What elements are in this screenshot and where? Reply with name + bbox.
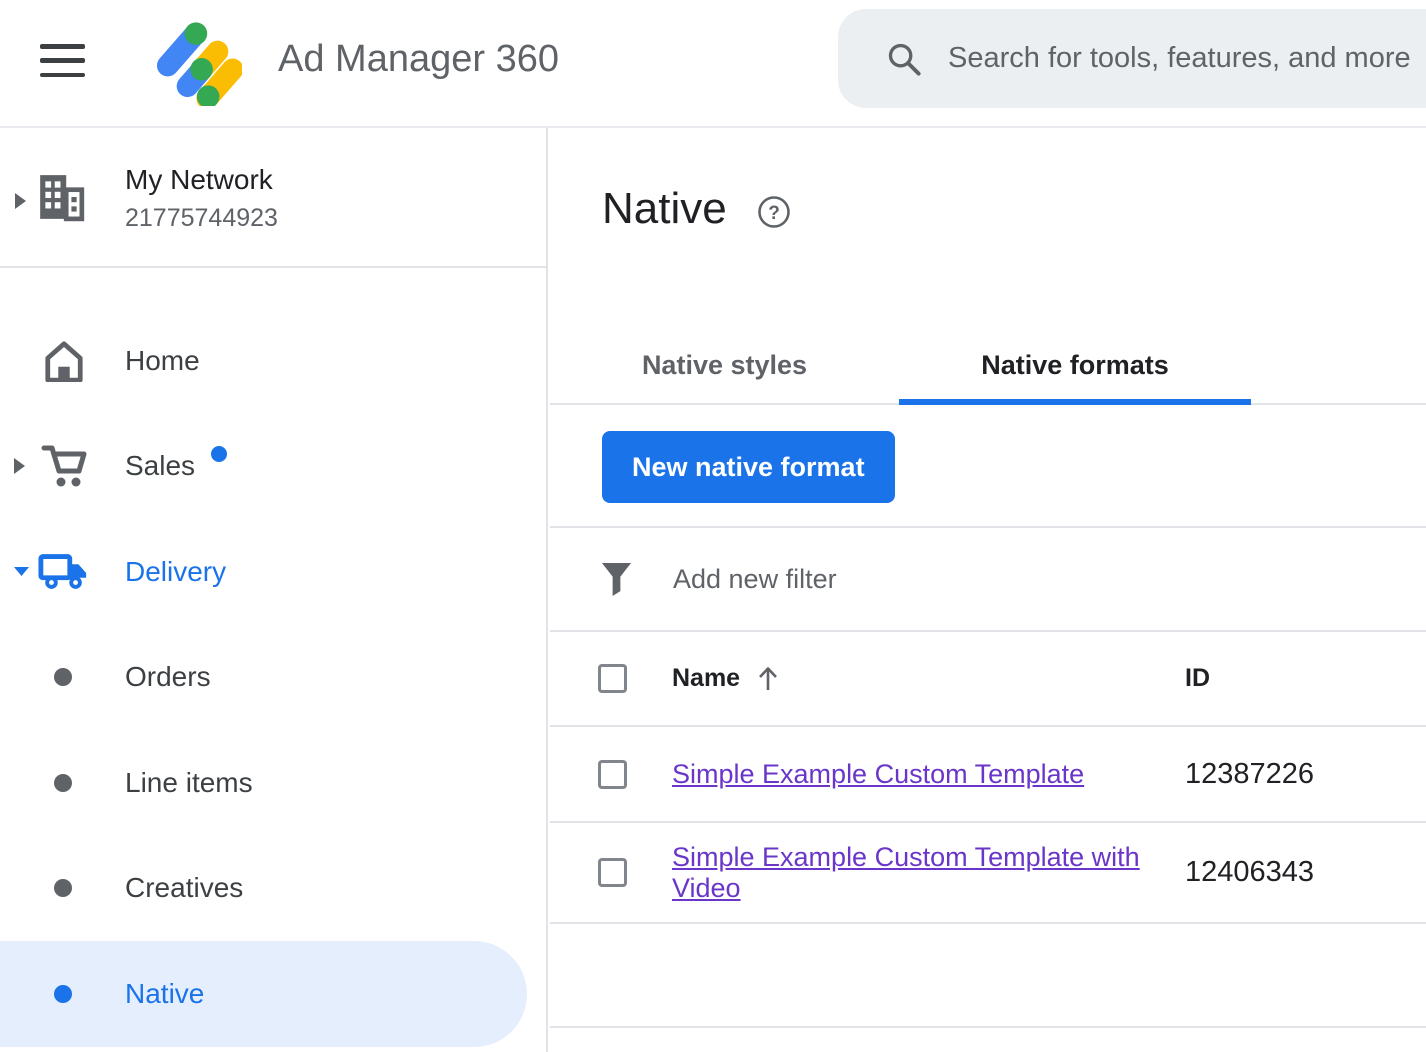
row-id: 12387226 (1185, 758, 1314, 791)
network-name: My Network (125, 164, 278, 196)
sidebar-item-label: Sales (125, 450, 195, 482)
table-empty-area (550, 924, 1426, 1028)
menu-bar (40, 73, 85, 78)
home-icon (38, 335, 90, 387)
sidebar-item-label: Line items (125, 767, 253, 799)
help-icon[interactable]: ? (757, 195, 791, 229)
help-glyph: ? (768, 203, 780, 224)
search-input[interactable]: Search for tools, features, and more (838, 9, 1426, 108)
sidebar-item-delivery[interactable]: Delivery (0, 519, 546, 625)
row-id: 12406343 (1185, 856, 1314, 889)
tab-label: Native formats (981, 350, 1169, 381)
row-checkbox[interactable] (598, 858, 627, 887)
native-format-link[interactable]: Simple Example Custom Template with Vide… (672, 842, 1140, 903)
tab-label: Native styles (642, 350, 807, 381)
sort-ascending-icon[interactable] (756, 665, 780, 692)
filter-icon (600, 561, 633, 598)
sidebar-item-label: Creatives (125, 872, 243, 904)
sidebar-nav: Home Sales (0, 308, 546, 1047)
native-format-link[interactable]: Simple Example Custom Template (672, 759, 1084, 789)
network-id: 21775744923 (125, 204, 278, 233)
new-native-format-button[interactable]: New native format (602, 431, 895, 503)
sidebar-item-label: Home (125, 345, 200, 377)
bullet-icon (54, 774, 72, 792)
sidebar-item-home[interactable]: Home (0, 308, 546, 414)
cart-icon (38, 440, 90, 492)
sidebar-item-label: Delivery (125, 556, 226, 588)
app-title: Ad Manager 360 (278, 38, 559, 81)
tab-native-styles[interactable]: Native styles (550, 328, 899, 403)
building-icon (36, 172, 86, 222)
sidebar-item-label: Native (125, 978, 204, 1010)
sidebar: My Network 21775744923 Home (0, 128, 548, 1052)
menu-icon[interactable] (40, 44, 86, 77)
search-placeholder: Search for tools, features, and more (948, 42, 1411, 75)
page-title: Native (602, 184, 727, 234)
bullet-icon (54, 879, 72, 897)
tab-native-formats[interactable]: Native formats (899, 328, 1251, 403)
ad-manager-logo-icon (148, 12, 242, 111)
notification-dot (211, 446, 227, 462)
column-header-id: ID (1185, 664, 1210, 693)
sidebar-item-creatives[interactable]: Creatives (0, 836, 546, 942)
bullet-icon (54, 985, 72, 1003)
search-icon (886, 41, 922, 77)
top-app-bar: Ad Manager 360 Search for tools, feature… (0, 0, 1426, 128)
add-filter-bar[interactable]: Add new filter (550, 528, 1426, 632)
table-row: Simple Example Custom Template with Vide… (550, 823, 1426, 924)
network-selector[interactable]: My Network 21775744923 (0, 128, 546, 268)
chevron-right-icon (13, 457, 26, 475)
row-checkbox[interactable] (598, 760, 627, 789)
truck-icon (38, 546, 90, 598)
selected-item-highlight (0, 941, 527, 1047)
bullet-icon (54, 668, 72, 686)
chevron-down-icon (13, 566, 30, 577)
filter-placeholder: Add new filter (673, 564, 837, 595)
table-header-row: Name ID (550, 632, 1426, 727)
menu-bar (40, 44, 85, 49)
sidebar-item-sales[interactable]: Sales (0, 414, 546, 520)
menu-bar (40, 58, 85, 63)
main-content: Native ? Native styles Native formats Ne… (550, 128, 1426, 1052)
column-header-name[interactable]: Name (672, 664, 740, 693)
sidebar-item-orders[interactable]: Orders (0, 625, 546, 731)
chevron-right-icon (14, 192, 27, 210)
tab-bar: Native styles Native formats (550, 328, 1426, 405)
table-row: Simple Example Custom Template 12387226 (550, 727, 1426, 823)
sidebar-item-native[interactable]: Native (0, 941, 546, 1047)
sidebar-item-label: Orders (125, 661, 211, 693)
select-all-checkbox[interactable] (598, 664, 627, 693)
sidebar-item-line-items[interactable]: Line items (0, 730, 546, 836)
